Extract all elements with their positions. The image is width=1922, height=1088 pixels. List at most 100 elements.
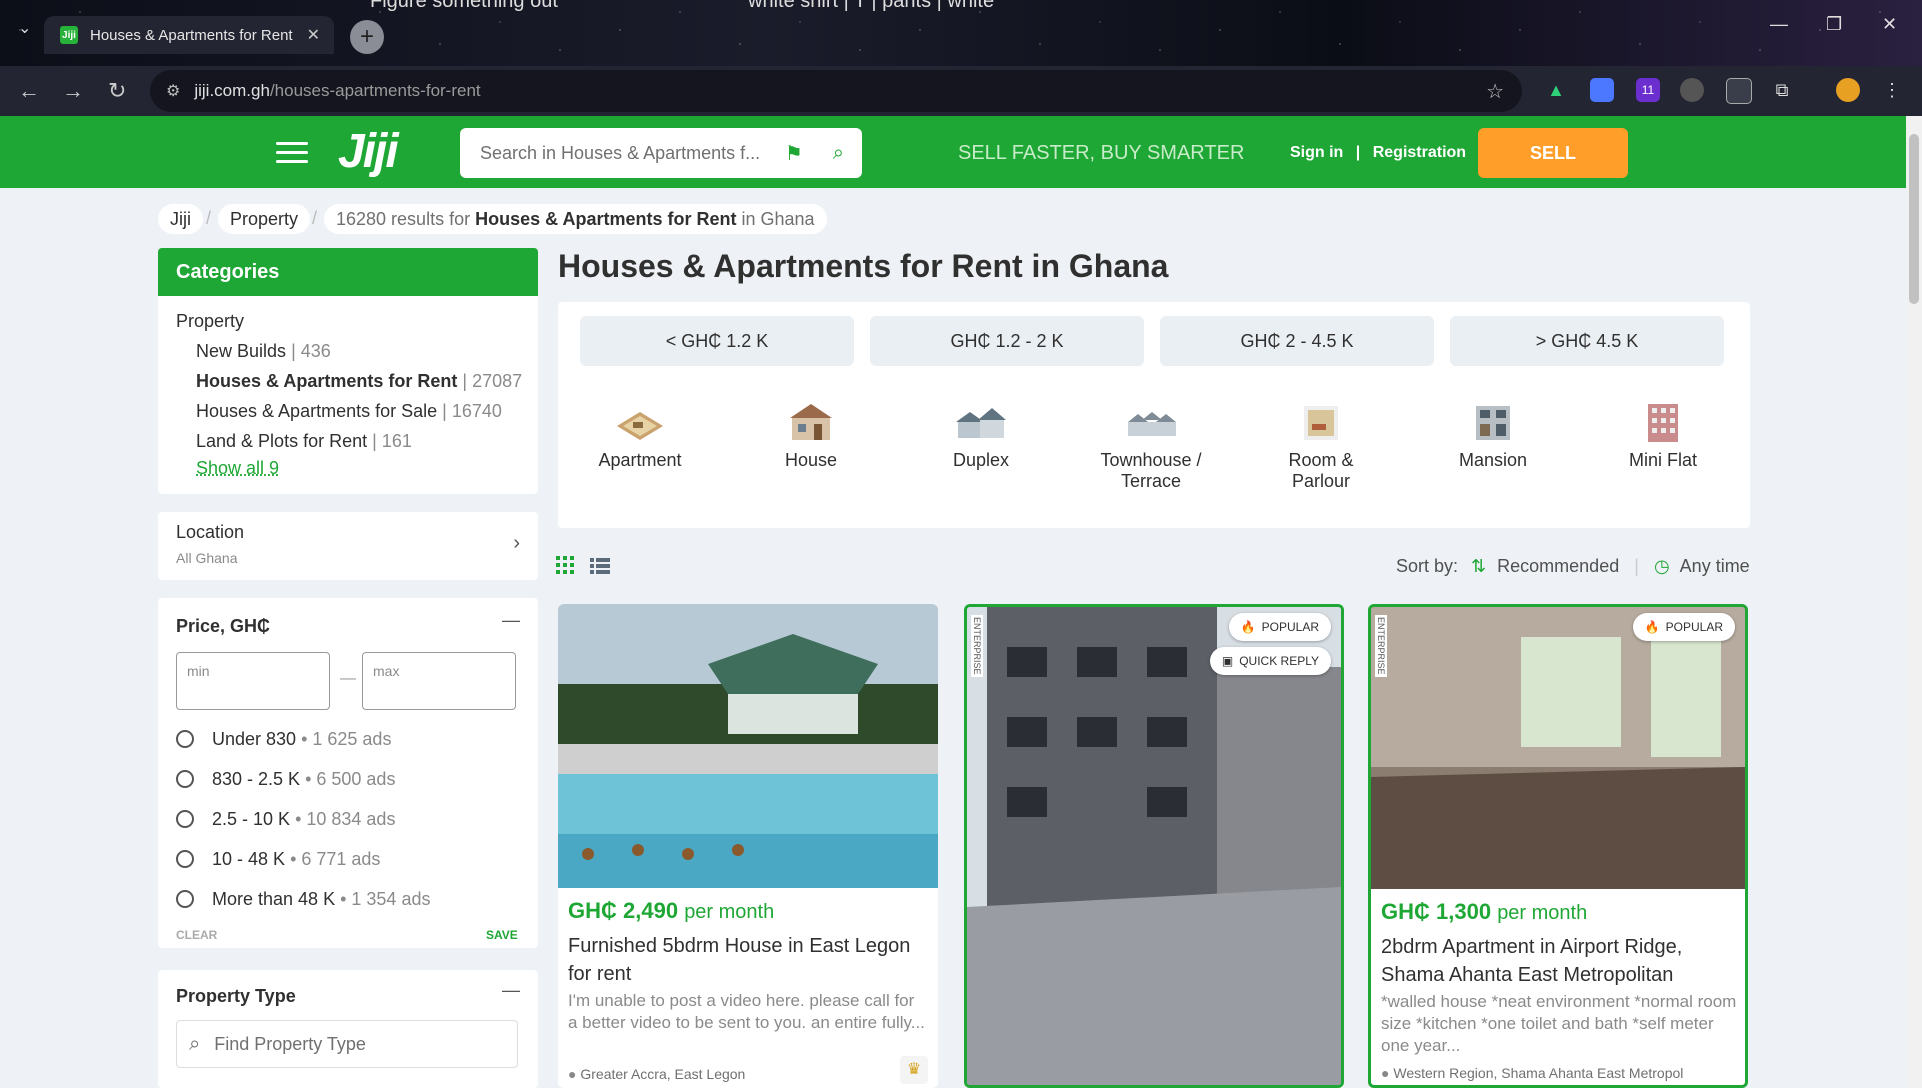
- close-window-icon[interactable]: ✕: [1882, 14, 1897, 35]
- save-button[interactable]: SAVE: [486, 928, 518, 942]
- price-chip[interactable]: < GH₵ 1.2 K: [580, 316, 854, 366]
- site-info-icon[interactable]: ⚙: [166, 81, 180, 101]
- tab-close-icon[interactable]: ✕: [307, 25, 320, 45]
- category-item[interactable]: Houses & Apartments for Sale | 16740: [196, 401, 502, 422]
- price-radio[interactable]: [176, 730, 194, 748]
- browser-menu-icon[interactable]: ⋮: [1880, 78, 1904, 102]
- type-label: Townhouse /: [1100, 450, 1202, 470]
- type-label: Room &: [1288, 450, 1354, 470]
- sell-button[interactable]: SELL: [1478, 128, 1628, 178]
- search-icon[interactable]: ⌕: [833, 142, 844, 165]
- tab-search-icon[interactable]: ⌄: [18, 18, 31, 38]
- grid-view-icon[interactable]: [556, 556, 574, 574]
- listing-card[interactable]: GH₵ 2,490 per month Furnished 5bdrm Hous…: [558, 604, 938, 1088]
- clear-button[interactable]: CLEAR: [176, 928, 217, 942]
- price-range-dash: —: [340, 670, 356, 687]
- popular-text: POPULAR: [1261, 620, 1319, 634]
- bookmark-icon[interactable]: ⚑: [785, 141, 803, 166]
- reload-icon[interactable]: ↻: [108, 78, 126, 104]
- breadcrumb-separator: /: [312, 208, 318, 228]
- sign-in-link[interactable]: Sign in: [1290, 144, 1343, 161]
- minimize-icon[interactable]: —: [1770, 14, 1788, 35]
- price-chip[interactable]: GH₵ 2 - 4.5 K: [1160, 316, 1434, 366]
- price-max-input[interactable]: max: [362, 652, 516, 710]
- listing-title[interactable]: 2bdrm Apartment in Airport Ridge, Shama …: [1381, 933, 1741, 989]
- results-category: Houses & Apartments for Rent: [475, 208, 737, 229]
- collapse-icon[interactable]: —: [502, 610, 520, 631]
- results-region: in Ghana: [741, 208, 815, 229]
- category-label: Houses & Apartments for Sale: [196, 401, 438, 421]
- property-type-search[interactable]: ⌕ Find Property Type: [176, 1020, 518, 1068]
- type-townhouse[interactable]: Townhouse / Terrace: [1076, 400, 1226, 492]
- extension-icon-4[interactable]: [1680, 78, 1704, 102]
- price-chip[interactable]: GH₵ 1.2 - 2 K: [870, 316, 1144, 366]
- type-duplex[interactable]: Duplex: [906, 400, 1056, 471]
- search-input[interactable]: Search in Houses & Apartments f... ⚑ ⌕: [460, 128, 862, 178]
- background-tab-1[interactable]: Figure something out: [370, 0, 558, 13]
- type-mansion[interactable]: Mansion: [1418, 400, 1568, 471]
- price-option[interactable]: 830 - 2.5 K • 6 500 ads: [212, 769, 395, 790]
- price-option[interactable]: 10 - 48 K • 6 771 ads: [212, 849, 380, 870]
- price-min-placeholder: min: [187, 663, 210, 679]
- price-option-label: More than 48 K: [212, 889, 336, 909]
- breadcrumb-property[interactable]: Property: [218, 204, 311, 234]
- price-option-ads: • 6 771 ads: [290, 849, 381, 869]
- price-option[interactable]: Under 830 • 1 625 ads: [212, 729, 391, 750]
- breadcrumb-home[interactable]: Jiji: [158, 204, 203, 234]
- category-item[interactable]: New Builds | 436: [196, 341, 331, 362]
- listing-title[interactable]: Furnished 5bdrm House in East Legon for …: [568, 932, 928, 988]
- back-icon[interactable]: ←: [18, 78, 40, 104]
- jiji-logo[interactable]: Jiji: [338, 124, 399, 179]
- category-item[interactable]: Land & Plots for Rent | 161: [196, 431, 412, 452]
- registration-link[interactable]: Registration: [1373, 144, 1466, 161]
- price-radio[interactable]: [176, 850, 194, 868]
- listing-photo[interactable]: [558, 604, 938, 888]
- sort-control[interactable]: Sort by: ⇅ Recommended | ◷ Any time: [1396, 556, 1750, 577]
- restore-icon[interactable]: ❐: [1826, 14, 1842, 35]
- extension-icon-5[interactable]: [1726, 78, 1752, 104]
- type-room-parlour[interactable]: Room & Parlour: [1246, 400, 1396, 492]
- extension-icon-1[interactable]: ▲: [1544, 78, 1568, 102]
- active-tab[interactable]: Jiji Houses & Apartments for Rent ✕: [44, 16, 334, 54]
- extension-icon-2[interactable]: [1590, 78, 1614, 102]
- listing-photo[interactable]: [1371, 607, 1745, 889]
- price-radio[interactable]: [176, 810, 194, 828]
- profile-avatar[interactable]: [1836, 78, 1860, 102]
- listing-location: ● Greater Accra, East Legon: [568, 1066, 745, 1082]
- location-filter[interactable]: Location All Ghana ›: [158, 512, 538, 580]
- background-tab-2[interactable]: white shirt | T | pants | white: [748, 0, 994, 13]
- listing-card-enterprise[interactable]: ENTERPRISE 🔥 POPULAR ▣ QUICK REPLY: [964, 604, 1344, 1088]
- hamburger-menu-icon[interactable]: [276, 142, 308, 164]
- type-mini-flat[interactable]: Mini Flat: [1588, 400, 1738, 471]
- price-radio[interactable]: [176, 770, 194, 788]
- price-option[interactable]: 2.5 - 10 K • 10 834 ads: [212, 809, 395, 830]
- category-count: | 16740: [442, 401, 502, 421]
- type-house[interactable]: House: [736, 400, 886, 471]
- address-bar[interactable]: ⚙ jiji.com.gh/houses-apartments-for-rent…: [150, 70, 1522, 112]
- price-period: per month: [1497, 902, 1588, 924]
- price-filter-title: Price, GH₵: [176, 616, 271, 636]
- auth-separator: |: [1355, 144, 1361, 161]
- collapse-icon[interactable]: —: [502, 980, 520, 1001]
- crown-icon: ♛: [900, 1056, 928, 1084]
- page-scrollbar[interactable]: [1906, 116, 1922, 1088]
- listing-photo[interactable]: [967, 607, 1341, 1085]
- price-chip[interactable]: > GH₵ 4.5 K: [1450, 316, 1724, 366]
- mini-flat-icon: [1636, 400, 1690, 444]
- price-radio[interactable]: [176, 890, 194, 908]
- forward-icon[interactable]: →: [62, 78, 84, 104]
- listing-card-enterprise[interactable]: ENTERPRISE 🔥 POPULAR GH₵ 1,300 per month …: [1368, 604, 1748, 1088]
- scrollbar-thumb[interactable]: [1909, 134, 1919, 304]
- show-all-link[interactable]: Show all 9: [196, 458, 279, 479]
- price-option[interactable]: More than 48 K • 1 354 ads: [212, 889, 430, 910]
- breadcrumb-separator: /: [206, 208, 212, 228]
- extension-badge-icon[interactable]: 11: [1636, 78, 1660, 102]
- type-apartment[interactable]: Apartment: [565, 400, 715, 471]
- list-view-icon[interactable]: [590, 558, 610, 574]
- new-tab-button[interactable]: +: [350, 20, 384, 54]
- price-min-input[interactable]: min: [176, 652, 330, 710]
- category-item-active[interactable]: Houses & Apartments for Rent | 27087: [196, 371, 522, 392]
- extensions-puzzle-icon[interactable]: ⧉: [1770, 78, 1794, 102]
- category-parent[interactable]: Property: [176, 311, 244, 332]
- bookmark-star-icon[interactable]: ☆: [1486, 79, 1504, 104]
